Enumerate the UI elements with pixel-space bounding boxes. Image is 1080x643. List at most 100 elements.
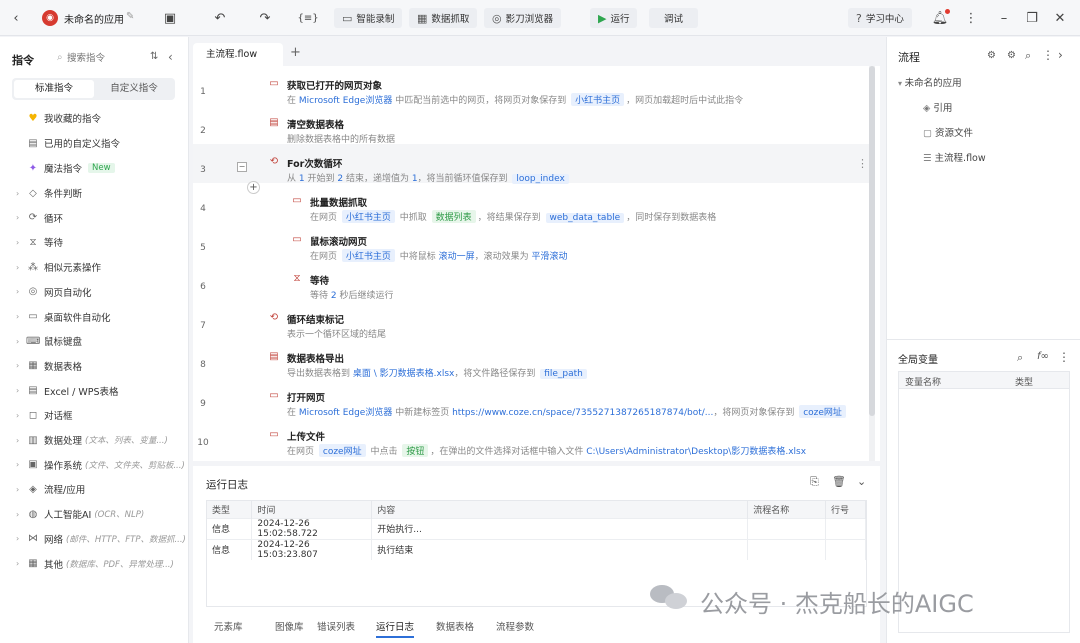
smart-record-button[interactable]: ▭ 智能录制 <box>334 8 403 28</box>
flow-step[interactable]: 1 ▭ 获取已打开的网页对象在 Microsoft Edge浏览器 中匹配当前选中的… <box>193 66 873 106</box>
group-label: Excel / WPS表格 <box>44 386 119 398</box>
export-log-icon[interactable]: ⎘ <box>810 475 819 489</box>
tree-item[interactable]: ☰ 主流程.flow <box>923 150 986 164</box>
tree-item[interactable]: ◈ 引用 <box>923 100 952 114</box>
learning-center-button[interactable]: ? 学习中心 <box>848 8 912 28</box>
command-panel: 指令 ⌕ ⇅ ‹ 标准指令 自定义指令 ♥ 我收藏的指令 ▤ 已用的自定义指令 ✦ 魔… <box>0 37 189 643</box>
redo-icon[interactable]: ↷ <box>255 8 275 28</box>
step-param[interactable]: coze网址 <box>318 444 366 457</box>
command-group[interactable]: › ▦ 其他 (数据库、PDF、异常处理...) <box>16 555 174 573</box>
debug-button[interactable]: 调试 <box>649 8 698 28</box>
active-tab-indicator <box>376 636 414 638</box>
tab-main-flow[interactable]: 主流程.flow <box>193 43 283 66</box>
collapse-loop-icon[interactable]: − <box>237 162 247 172</box>
command-group[interactable]: › ▦ 数据表格 <box>16 357 82 375</box>
step-param[interactable]: C:\Users\Administrator\Desktop\影刀数据表格.xl… <box>586 447 806 457</box>
add-tab-button[interactable]: + <box>290 45 301 60</box>
table-icon: ▦ <box>417 11 428 25</box>
step-icon: ⟲ <box>269 156 279 167</box>
function-icon[interactable]: f∞ <box>1037 351 1049 362</box>
caret-right-icon: › <box>16 361 20 371</box>
magic-item[interactable]: ✦ 魔法指令 New <box>26 159 115 177</box>
caret-right-icon: › <box>16 312 20 321</box>
trash-icon[interactable]: 🗑︎ <box>832 475 846 488</box>
editor-scrollbar[interactable] <box>869 66 875 461</box>
app-title[interactable]: 未命名的应用 <box>64 11 124 26</box>
bottom-tab[interactable]: 图像库 <box>275 619 304 633</box>
group-sublabel: (数据库、PDF、异常处理...) <box>66 559 174 570</box>
bottom-tab[interactable]: 运行日志 <box>376 619 414 633</box>
tree-item[interactable]: ▢ 资源文件 <box>923 125 973 139</box>
tree-root[interactable]: ▾ 未命名的应用 <box>898 75 962 89</box>
search-icon[interactable]: ⌕ <box>1025 49 1031 63</box>
run-button[interactable]: ▶ 运行 <box>590 8 638 28</box>
bottom-tab[interactable]: 元素库 <box>214 619 243 633</box>
run-label: 运行 <box>610 14 630 25</box>
command-group[interactable]: › ◍ 人工智能AI (OCR、NLP) <box>16 505 144 523</box>
sort-icon[interactable]: ⇅ <box>150 51 158 62</box>
flow-step[interactable]: 7 ⟲ 循环结束标记 表示一个循环区域的结尾 <box>193 300 873 340</box>
caret-right-icon: › <box>16 435 20 445</box>
line-number: 5 <box>200 243 206 253</box>
log-row[interactable]: 信息 2024-12-26 15:03:23.807 执行结束 <box>207 539 866 560</box>
add-step-icon[interactable]: + <box>247 181 260 194</box>
log-row[interactable]: 信息 2024-12-26 15:02:58.722 开始执行... <box>207 518 866 539</box>
command-group[interactable]: › ◇ 条件判断 <box>16 184 82 202</box>
chevron-right-icon[interactable]: › <box>1058 48 1063 62</box>
more-icon[interactable]: ⋮ <box>1042 48 1054 62</box>
group-sublabel: (文件、文件夹、剪贴板...) <box>85 460 185 471</box>
more-vars-icon[interactable]: ⋮ <box>1058 350 1070 364</box>
command-search-input[interactable] <box>67 50 139 66</box>
edit-icon[interactable]: ✎ <box>126 11 134 22</box>
flow-step[interactable]: 9 ▭ 打开网页在 Microsoft Edge浏览器 中新建标签页 https:/… <box>193 378 873 418</box>
browser-button[interactable]: ◎ 影刀浏览器 <box>484 8 562 28</box>
favorites-item[interactable]: ♥ 我收藏的指令 <box>26 109 102 127</box>
flow-step[interactable]: 6 ⧖ 等待 等待 2 秒后继续运行 <box>193 261 873 301</box>
code-icon[interactable]: {≡} <box>297 8 318 28</box>
collapse-panel-icon[interactable]: ‹ <box>168 50 173 64</box>
more-icon[interactable]: ⋮ <box>961 8 981 28</box>
command-group[interactable]: › ▥ 数据处理 (文本、列表、变量...) <box>16 431 168 449</box>
step-more-icon[interactable]: ⋮ <box>857 157 868 170</box>
tab-standard[interactable]: 标准指令 <box>14 80 94 98</box>
flow-step[interactable]: 5 ▭ 鼠标滚动网页 在网页 小红书主页 中将鼠标 滚动一屏，滚动效果为 平滑滚动 <box>193 222 873 262</box>
chevron-down-icon[interactable]: ⌄ <box>857 475 866 488</box>
command-group[interactable]: › ⌨ 鼠标键盘 <box>16 332 82 350</box>
add-flow-icon[interactable]: ⚙ <box>987 50 996 61</box>
command-group[interactable]: › ◈ 流程/应用 <box>16 480 85 498</box>
back-icon[interactable]: ‹ <box>6 8 26 28</box>
command-group[interactable]: › ◻ 对话框 <box>16 406 73 424</box>
command-group[interactable]: › ⧖ 等待 <box>16 233 63 251</box>
group-icon: ⧖ <box>29 236 37 248</box>
heart-icon: ♥ <box>28 112 38 124</box>
save-icon[interactable]: ▣ <box>160 8 180 28</box>
flow-step[interactable]: 2 ▤ 清空数据表格 删除数据表格中的所有数据 <box>193 105 873 145</box>
close-icon[interactable]: ✕ <box>1050 8 1070 28</box>
undo-icon[interactable]: ↶ <box>210 8 230 28</box>
command-group[interactable]: › ▤ Excel / WPS表格 <box>16 382 119 400</box>
used-custom-item[interactable]: ▤ 已用的自定义指令 <box>26 134 120 152</box>
command-group[interactable]: › ◎ 网页自动化 <box>16 283 92 301</box>
flow-step[interactable]: 4 ▭ 批量数据抓取 在网页 小红书主页 中抓取 数据列表 ，将结果保存到 web_da… <box>193 183 873 223</box>
command-group[interactable]: › ⁂ 相似元素操作 <box>16 258 101 276</box>
caret-right-icon: › <box>16 509 20 519</box>
data-grab-button[interactable]: ▦ 数据抓取 <box>409 8 478 28</box>
flow-step[interactable]: 8 ▤ 数据表格导出 导出数据表格到 桌面 \ 影刀数据表格.xlsx，将文件路径保存… <box>193 339 873 379</box>
search-vars-icon[interactable]: ⌕ <box>1017 351 1023 365</box>
group-icon: ◍ <box>28 508 38 520</box>
bottom-tab[interactable]: 数据表格 <box>436 619 474 633</box>
settings-icon[interactable]: ⚙ <box>1007 50 1016 61</box>
command-group[interactable]: › ⋈ 网络 (邮件、HTTP、FTP、数据抓...) <box>16 530 186 548</box>
tab-custom[interactable]: 自定义指令 <box>94 80 174 98</box>
bottom-tab[interactable]: 错误列表 <box>317 619 355 633</box>
command-group[interactable]: › ▣ 操作系统 (文件、文件夹、剪贴板...) <box>16 456 185 474</box>
minimize-icon[interactable]: – <box>994 8 1014 28</box>
flow-step[interactable]: 3 ⟲ For次数循环从 1 开始到 2 结束，递增值为 1，将当前循环值保存到 l… <box>193 144 873 184</box>
command-group[interactable]: › ⟳ 循环 <box>16 209 63 227</box>
scrollbar-thumb[interactable] <box>869 66 875 416</box>
command-group[interactable]: › ▭ 桌面软件自动化 <box>16 308 111 326</box>
flow-step[interactable]: 10 ▭ 上传文件 在网页 coze网址 中点击 按钮 ，在弹出的文件选择对话框中输入文… <box>193 417 873 457</box>
bottom-tab[interactable]: 流程参数 <box>496 619 534 633</box>
step-param[interactable]: 按钮 <box>402 444 429 457</box>
restore-icon[interactable]: ❐ <box>1022 8 1042 28</box>
